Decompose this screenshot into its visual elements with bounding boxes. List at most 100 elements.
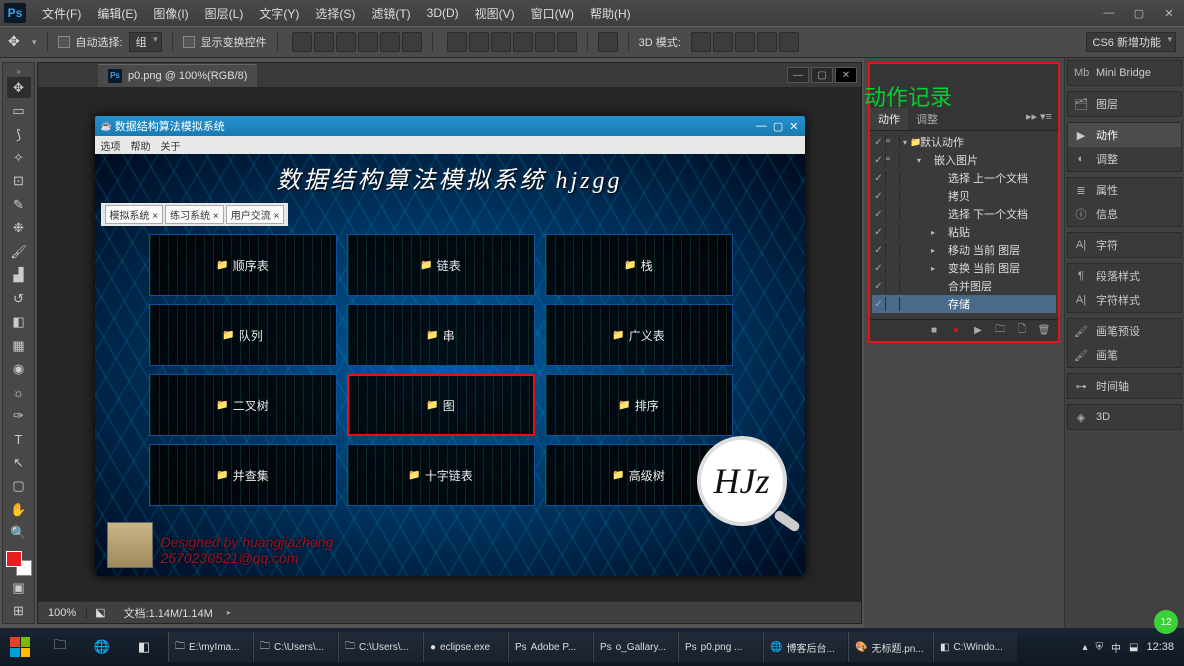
- align-btn[interactable]: [358, 32, 378, 52]
- shape-tool[interactable]: ▢: [7, 475, 31, 496]
- mode3d-btn[interactable]: [779, 32, 799, 52]
- minimize-icon[interactable]: —: [1094, 3, 1124, 23]
- dist-btn[interactable]: [513, 32, 533, 52]
- document-tab[interactable]: Ps p0.png @ 100%(RGB/8): [98, 64, 257, 87]
- menu-layer[interactable]: 图层(L): [197, 5, 252, 22]
- menu-file[interactable]: 文件(F): [34, 5, 89, 22]
- menu-type[interactable]: 文字(Y): [251, 5, 307, 22]
- notification-bubble[interactable]: 12: [1154, 610, 1178, 634]
- menu-image[interactable]: 图像(I): [145, 5, 196, 22]
- taskbar-window[interactable]: ●eclipse.exe: [423, 632, 507, 662]
- history-brush-tool[interactable]: ↺: [7, 288, 31, 309]
- stop-icon[interactable]: ■: [926, 324, 942, 338]
- action-row[interactable]: ✓存储: [872, 295, 1056, 313]
- zoom-tool[interactable]: 🔍: [7, 522, 31, 543]
- dock-panel-字符样式[interactable]: A|字符样式: [1068, 288, 1181, 312]
- action-row[interactable]: ✓▸粘贴: [872, 223, 1056, 241]
- color-swatches[interactable]: [6, 551, 32, 576]
- maximize-icon[interactable]: ▢: [1124, 3, 1154, 23]
- taskbar-window[interactable]: 🌐博客后台...: [763, 632, 847, 662]
- play-icon[interactable]: ▶: [970, 324, 986, 338]
- tab-adjust[interactable]: 调整: [908, 108, 946, 130]
- quickmask-tool[interactable]: ▣: [7, 577, 31, 598]
- align-btn[interactable]: [380, 32, 400, 52]
- pinned-chrome[interactable]: 🌐: [82, 632, 122, 662]
- taskbar-window[interactable]: PsAdobe P...: [508, 632, 592, 662]
- align-btn[interactable]: [292, 32, 312, 52]
- dock-panel-段落样式[interactable]: ¶段落样式: [1068, 264, 1181, 288]
- stamp-tool[interactable]: ▟: [7, 265, 31, 286]
- action-row[interactable]: ✓▫▾嵌入图片: [872, 151, 1056, 169]
- trash-icon[interactable]: 🗑: [1036, 324, 1052, 338]
- workspace-dropdown[interactable]: CS6 新增功能: [1086, 32, 1176, 52]
- mode3d-btn[interactable]: [735, 32, 755, 52]
- heal-tool[interactable]: ❉: [7, 218, 31, 239]
- dock-panel-时间轴[interactable]: ⊶时间轴: [1068, 374, 1181, 398]
- canvas-stage[interactable]: ☕ 数据结构算法模拟系统 —▢✕ 选项 帮助 关于 数据结构算法模拟系统 hjz…: [38, 87, 861, 623]
- close-icon[interactable]: ✕: [1154, 3, 1184, 23]
- type-tool[interactable]: T: [7, 429, 31, 450]
- align-btn[interactable]: [314, 32, 334, 52]
- dock-panel-字符[interactable]: A|字符: [1068, 233, 1181, 257]
- brush-tool[interactable]: 🖌: [7, 241, 31, 262]
- taskbar-window[interactable]: ◧C:\Windo...: [933, 632, 1017, 662]
- panel-flyout-icon[interactable]: ▸▸ ▾≡: [1020, 108, 1058, 130]
- dock-panel-属性[interactable]: ≣属性: [1068, 178, 1181, 202]
- actions-tree[interactable]: ✓▫▾📁默认动作✓▫▾嵌入图片✓选择 上一个文档✓拷贝✓选择 下一个文档✓▸粘贴…: [870, 131, 1058, 319]
- action-row[interactable]: ✓▫▾📁默认动作: [872, 133, 1056, 151]
- menu-edit[interactable]: 编辑(E): [89, 5, 145, 22]
- eyedropper-tool[interactable]: ✎: [7, 194, 31, 215]
- lasso-tool[interactable]: ⟆: [7, 124, 31, 145]
- menu-help[interactable]: 帮助(H): [582, 5, 639, 22]
- start-button[interactable]: [4, 632, 36, 662]
- dist-btn[interactable]: [447, 32, 467, 52]
- doc-maximize-icon[interactable]: ▢: [811, 67, 833, 83]
- dock-panel-图层[interactable]: 🗂图层: [1068, 92, 1181, 116]
- menu-3d[interactable]: 3D(D): [419, 6, 467, 20]
- action-row[interactable]: ✓选择 上一个文档: [872, 169, 1056, 187]
- pinned-explorer[interactable]: 🗀: [40, 632, 80, 662]
- menu-filter[interactable]: 滤镜(T): [363, 5, 418, 22]
- auto-align-btn[interactable]: [598, 32, 618, 52]
- dock-panel-信息[interactable]: ⓘ信息: [1068, 202, 1181, 226]
- action-row[interactable]: ✓▸变换 当前 图层: [872, 259, 1056, 277]
- align-btn[interactable]: [336, 32, 356, 52]
- taskbar-window[interactable]: Psp0.png ...: [678, 632, 762, 662]
- zoom-level[interactable]: 100%: [38, 607, 87, 619]
- action-row[interactable]: ✓拷贝: [872, 187, 1056, 205]
- menu-select[interactable]: 选择(S): [307, 5, 363, 22]
- mode3d-btn[interactable]: [757, 32, 777, 52]
- crop-tool[interactable]: ⊡: [7, 171, 31, 192]
- tray-clock[interactable]: 12:38: [1146, 641, 1174, 653]
- action-row[interactable]: ✓合并图层: [872, 277, 1056, 295]
- dock-panel-画笔预设[interactable]: 🖌画笔预设: [1068, 319, 1181, 343]
- gradient-tool[interactable]: ▦: [7, 335, 31, 356]
- hand-tool[interactable]: ✋: [7, 499, 31, 520]
- action-row[interactable]: ✓▸移动 当前 图层: [872, 241, 1056, 259]
- taskbar-window[interactable]: 🗀C:\Users\...: [338, 632, 422, 662]
- system-tray[interactable]: ▴ ⛨ 中 ⬓ 12:38: [1082, 640, 1180, 655]
- taskbar-window[interactable]: 🎨无标题.pn...: [848, 632, 932, 662]
- move-tool[interactable]: ✥: [7, 77, 31, 98]
- path-tool[interactable]: ↖: [7, 452, 31, 473]
- dist-btn[interactable]: [535, 32, 555, 52]
- wand-tool[interactable]: ✧: [7, 147, 31, 168]
- dock-panel-Mini Bridge[interactable]: MbMini Bridge: [1068, 61, 1181, 85]
- action-row[interactable]: ✓选择 下一个文档: [872, 205, 1056, 223]
- screenmode-tool[interactable]: ⊞: [7, 601, 31, 622]
- marquee-tool[interactable]: ▭: [7, 100, 31, 121]
- new-set-icon[interactable]: 🗀: [992, 324, 1008, 338]
- record-icon[interactable]: ●: [948, 324, 964, 338]
- eraser-tool[interactable]: ◧: [7, 311, 31, 332]
- dist-btn[interactable]: [469, 32, 489, 52]
- dock-panel-动作[interactable]: ▶动作: [1068, 123, 1181, 147]
- dist-btn[interactable]: [491, 32, 511, 52]
- dock-panel-画笔[interactable]: 🖌画笔: [1068, 343, 1181, 367]
- blur-tool[interactable]: ◉: [7, 358, 31, 379]
- taskbar-window[interactable]: 🗀E:\myIma...: [168, 632, 252, 662]
- menu-view[interactable]: 视图(V): [467, 5, 523, 22]
- foreground-swatch[interactable]: [6, 551, 22, 567]
- doc-close-icon[interactable]: ✕: [835, 67, 857, 83]
- show-transform-checkbox[interactable]: [183, 36, 195, 48]
- pinned-app[interactable]: ◧: [124, 632, 164, 662]
